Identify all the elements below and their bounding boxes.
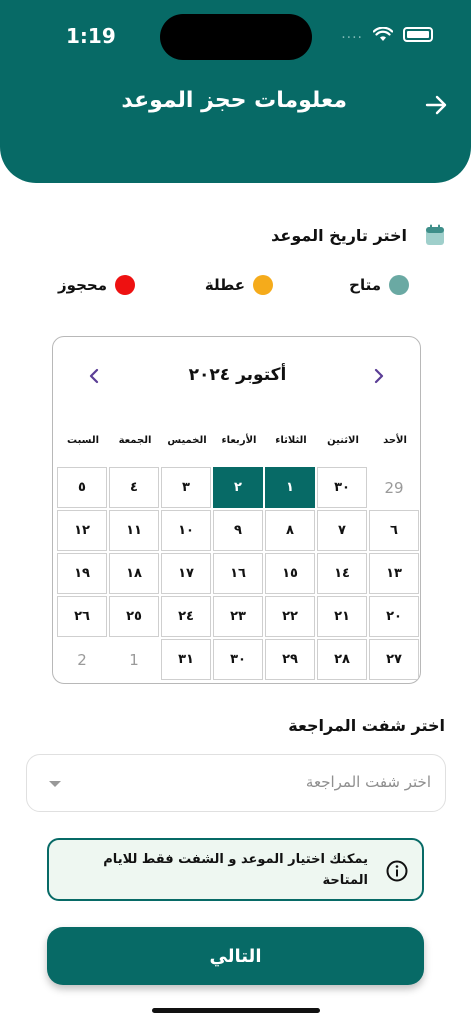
- page-title: معلومات حجز الموعد: [121, 88, 347, 113]
- calendar-day[interactable]: ١٠: [161, 510, 211, 551]
- app-header: 1:19 .... معلومات حجز الموعد: [0, 0, 471, 183]
- caret-down-icon: [49, 781, 61, 787]
- calendar-day: 29: [369, 467, 419, 508]
- calendar-day[interactable]: ٢٤: [161, 596, 211, 637]
- calendar-icon: [426, 224, 444, 245]
- arrow-right-icon[interactable]: [423, 92, 449, 118]
- calendar-day[interactable]: ٣١: [161, 639, 211, 680]
- legend: متاح عطلة محجوز: [0, 275, 471, 299]
- weekday-label: الجمعة: [118, 435, 152, 446]
- chevron-right-icon[interactable]: [370, 367, 388, 385]
- status-time: 1:19: [66, 24, 116, 48]
- legend-dot-holiday: [253, 275, 273, 295]
- calendar-day[interactable]: ٢٢: [265, 596, 315, 637]
- calendar-day[interactable]: ١٨: [109, 553, 159, 594]
- weekday-label: الأربعاء: [221, 435, 257, 446]
- calendar-day[interactable]: ١: [265, 467, 315, 508]
- calendar-day[interactable]: ١٢: [57, 510, 107, 551]
- calendar-day[interactable]: ٢٠: [369, 596, 419, 637]
- calendar-day[interactable]: ٢٦: [57, 596, 107, 637]
- calendar-day[interactable]: ٤: [109, 467, 159, 508]
- calendar-day[interactable]: ٩: [213, 510, 263, 551]
- date-section-title: اختر تاريخ الموعد: [271, 226, 407, 245]
- home-indicator[interactable]: [152, 1008, 320, 1013]
- calendar-day[interactable]: ١٧: [161, 553, 211, 594]
- calendar-day[interactable]: ١١: [109, 510, 159, 551]
- weekday-label: الثلاثاء: [275, 435, 307, 446]
- calendar-day[interactable]: ٥: [57, 467, 107, 508]
- next-button[interactable]: التالي: [47, 927, 424, 985]
- calendar-day[interactable]: ١٦: [213, 553, 263, 594]
- calendar-month-title: أكتوبر ٢٠٢٤: [188, 365, 287, 385]
- calendar-day[interactable]: ٢٧: [369, 639, 419, 680]
- calendar-day[interactable]: ٢٨: [317, 639, 367, 680]
- calendar: أكتوبر ٢٠٢٤ الأحد الاثنين الثلاثاء الأربعاء…: [52, 336, 421, 684]
- dynamic-island: [160, 14, 312, 60]
- weekday-label: الخميس: [167, 435, 207, 446]
- calendar-day[interactable]: ١٥: [265, 553, 315, 594]
- legend-label: محجوز: [58, 276, 107, 294]
- calendar-day[interactable]: ٢: [213, 467, 263, 508]
- calendar-day[interactable]: ٢٣: [213, 596, 263, 637]
- signal-dots-icon: ....: [341, 26, 363, 42]
- info-icon: [386, 860, 408, 882]
- shift-section-title: اختر شفت المراجعة: [288, 716, 445, 735]
- battery-icon: [403, 26, 433, 42]
- legend-dot-booked: [115, 275, 135, 295]
- calendar-day[interactable]: ٦: [369, 510, 419, 551]
- status-icons: ....: [341, 26, 433, 42]
- legend-item-available: متاح: [349, 275, 409, 295]
- shift-dropdown-placeholder: اختر شفت المراجعة: [305, 773, 431, 791]
- legend-dot-available: [389, 275, 409, 295]
- calendar-day[interactable]: ١٩: [57, 553, 107, 594]
- calendar-day[interactable]: ٧: [317, 510, 367, 551]
- calendar-day[interactable]: ٢١: [317, 596, 367, 637]
- shift-dropdown[interactable]: اختر شفت المراجعة: [26, 754, 446, 812]
- wifi-icon: [373, 26, 393, 41]
- legend-label: عطلة: [204, 276, 245, 294]
- calendar-day[interactable]: ١٤: [317, 553, 367, 594]
- legend-item-booked: محجوز: [58, 275, 135, 295]
- calendar-day[interactable]: ٢٥: [109, 596, 159, 637]
- info-text: يمكنك اختيار الموعد و الشفت فقط للايام ا…: [103, 852, 368, 888]
- calendar-day[interactable]: ٣: [161, 467, 211, 508]
- calendar-day[interactable]: ٣٠: [317, 467, 367, 508]
- weekday-label: السبت: [66, 435, 100, 446]
- legend-label: متاح: [349, 276, 381, 294]
- weekday-label: الأحد: [383, 435, 407, 446]
- calendar-day[interactable]: ١٣: [369, 553, 419, 594]
- calendar-day[interactable]: ٢٩: [265, 639, 315, 680]
- calendar-day[interactable]: ٨: [265, 510, 315, 551]
- weekday-label: الاثنين: [327, 435, 359, 446]
- info-notice: يمكنك اختيار الموعد و الشفت فقط للايام ا…: [47, 838, 424, 901]
- calendar-day: 2: [57, 639, 107, 680]
- calendar-day: 1: [109, 639, 159, 680]
- calendar-day[interactable]: ٣٠: [213, 639, 263, 680]
- legend-item-holiday: عطلة: [205, 275, 273, 295]
